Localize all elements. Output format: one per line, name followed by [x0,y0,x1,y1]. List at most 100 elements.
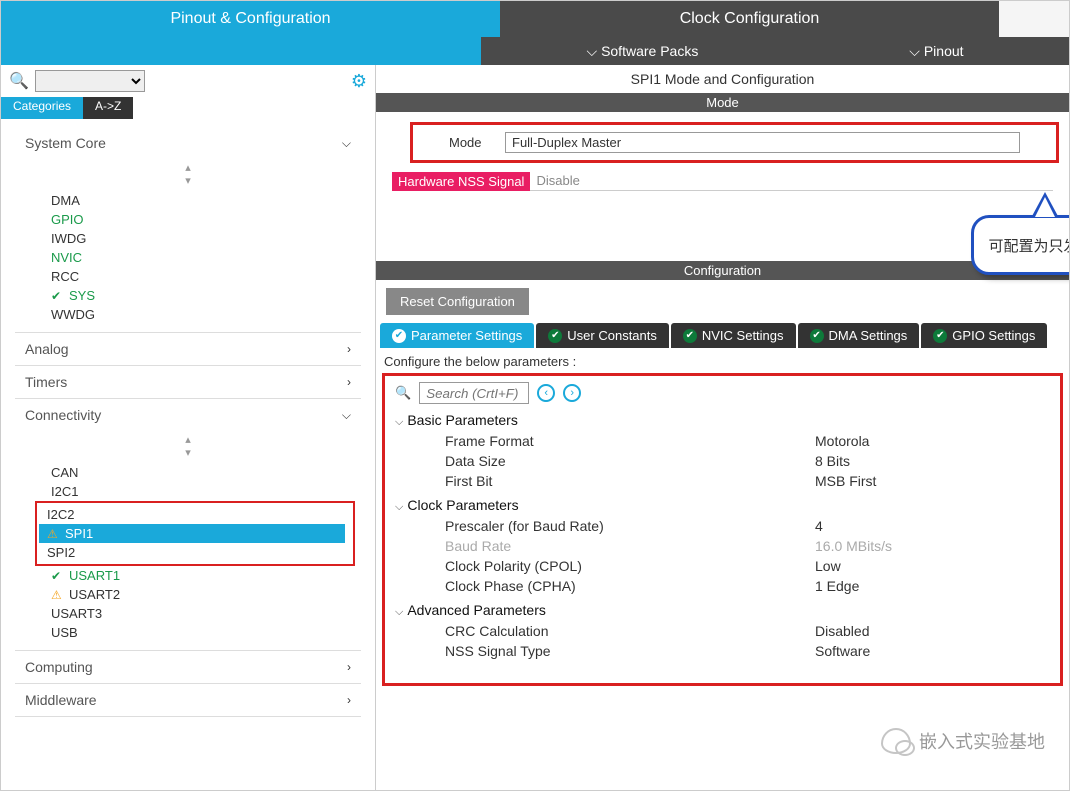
tab-nvic-settings[interactable]: ✔ NVIC Settings [671,323,796,348]
category-label: Timers [25,374,67,390]
item-rcc[interactable]: RCC [43,267,361,286]
wechat-icon [881,728,911,754]
param-name: NSS Signal Type [445,643,815,659]
nss-select[interactable]: Disable [530,171,1053,191]
search-icon[interactable]: 🔍 [395,385,411,401]
sort-arrows-icon[interactable]: ▴▾ [15,159,361,189]
tab-gpio-settings[interactable]: ✔ GPIO Settings [921,323,1047,348]
tab-spacer [999,1,1069,37]
param-value: 1 Edge [815,578,859,594]
sidebar-tab-categories[interactable]: Categories [1,97,83,119]
callout-tail-inner [1035,197,1055,217]
tab-dma-settings[interactable]: ✔DMA Settings [798,323,920,348]
param-row[interactable]: Prescaler (for Baud Rate)4 [395,516,1050,536]
callout-annotation: 可配置为只发送模式 [971,215,1069,275]
sub-header-right: ⌵ Software Packs ⌵ Pinout [481,37,1069,65]
params-intro: Configure the below parameters : [382,352,1063,373]
category-analog[interactable]: Analog › [15,333,361,365]
category-computing[interactable]: Computing › [15,651,361,683]
right-panel: SPI1 Mode and Configuration Mode Mode Fu… [376,65,1069,790]
param-group-title[interactable]: Basic Parameters [395,410,1050,431]
nss-label: Hardware NSS Signal [392,172,530,191]
chevron-down-icon: ⌵ [342,136,351,151]
category-system-core[interactable]: System Core ⌵ [15,127,361,159]
check-icon: ✔ [51,289,65,303]
prev-match-button[interactable]: ‹ [537,384,555,402]
param-name: Prescaler (for Baud Rate) [445,518,815,534]
param-group-title[interactable]: Advanced Parameters [395,600,1050,621]
sort-arrows-icon[interactable]: ▴▾ [15,431,361,461]
gear-icon[interactable]: ⚙ [351,71,367,92]
item-spi2[interactable]: SPI2 [39,543,351,562]
category-timers[interactable]: Timers › [15,366,361,398]
warning-icon: ⚠ [47,527,61,541]
item-label: SPI2 [47,545,75,560]
check-icon: ✔ [51,569,65,583]
pinout-menu[interactable]: ⌵ Pinout [909,43,963,60]
reset-config-button[interactable]: Reset Configuration [386,288,529,315]
pinout-menu-label: Pinout [924,43,964,59]
param-row[interactable]: NSS Signal TypeSoftware [395,641,1050,661]
item-label: USART3 [51,606,102,621]
item-wwdg[interactable]: WWDG [43,305,361,324]
params-highlight-box: 🔍 ‹ › Basic ParametersFrame FormatMotoro… [382,373,1063,686]
panel-title: SPI1 Mode and Configuration [376,65,1069,93]
tab-label: GPIO Settings [952,328,1035,343]
param-row[interactable]: Data Size8 Bits [395,451,1050,471]
check-icon: ✔ [683,329,697,343]
param-value: Software [815,643,870,659]
param-search-input[interactable] [419,382,529,404]
param-group-title[interactable]: Clock Parameters [395,495,1050,516]
category-middleware[interactable]: Middleware › [15,684,361,716]
item-usb[interactable]: USB [43,623,361,642]
item-label: WWDG [51,307,95,322]
param-row[interactable]: First BitMSB First [395,471,1050,491]
category-connectivity[interactable]: Connectivity ⌵ [15,399,361,431]
param-row[interactable]: CRC CalculationDisabled [395,621,1050,641]
search-select[interactable] [35,70,145,92]
item-i2c2[interactable]: I2C2 [39,505,351,524]
chevron-right-icon: › [347,342,351,356]
next-match-button[interactable]: › [563,384,581,402]
item-label: I2C1 [51,484,78,499]
tab-label: NVIC Settings [702,328,784,343]
tab-parameter-settings[interactable]: ✔Parameter Settings [380,323,534,348]
mode-section-header: Mode [376,93,1069,112]
item-nvic[interactable]: NVIC [43,248,361,267]
item-i2c1[interactable]: I2C1 [43,482,361,501]
param-row[interactable]: Clock Phase (CPHA)1 Edge [395,576,1050,596]
param-name: Clock Polarity (CPOL) [445,558,815,574]
sub-header-left [1,37,481,65]
param-row[interactable]: Baud Rate16.0 MBits/s [395,536,1050,556]
item-label: SYS [69,288,95,303]
item-label: NVIC [51,250,82,265]
item-dma[interactable]: DMA [43,191,361,210]
search-icon[interactable]: 🔍 [9,71,29,91]
check-icon: ✔ [392,329,406,343]
sidebar-tab-az[interactable]: A->Z [83,97,133,119]
item-gpio[interactable]: GPIO [43,210,361,229]
item-spi1[interactable]: ⚠ SPI1 [39,524,345,543]
item-can[interactable]: CAN [43,463,361,482]
check-icon: ✔ [933,329,947,343]
item-usart3[interactable]: USART3 [43,604,361,623]
param-row[interactable]: Clock Polarity (CPOL)Low [395,556,1050,576]
mode-label: Mode [449,135,505,150]
callout-text: 可配置为只发送模式 [988,235,1069,256]
software-packs-menu[interactable]: ⌵ Software Packs [586,43,698,60]
item-usart1[interactable]: ✔USART1 [43,566,361,585]
tab-clock-config[interactable]: Clock Configuration [500,1,999,37]
mode-select[interactable]: Full-Duplex Master [505,132,1020,153]
item-sys[interactable]: ✔ SYS [43,286,361,305]
param-value: 4 [815,518,823,534]
item-label: IWDG [51,231,86,246]
param-value: Disabled [815,623,869,639]
item-label: SPI1 [65,526,93,541]
param-row[interactable]: Frame FormatMotorola [395,431,1050,451]
item-usart2[interactable]: ⚠USART2 [43,585,361,604]
tab-pinout-config[interactable]: Pinout & Configuration [1,1,500,37]
tab-user-constants[interactable]: ✔User Constants [536,323,669,348]
param-value: Low [815,558,841,574]
item-iwdg[interactable]: IWDG [43,229,361,248]
item-label: CAN [51,465,78,480]
